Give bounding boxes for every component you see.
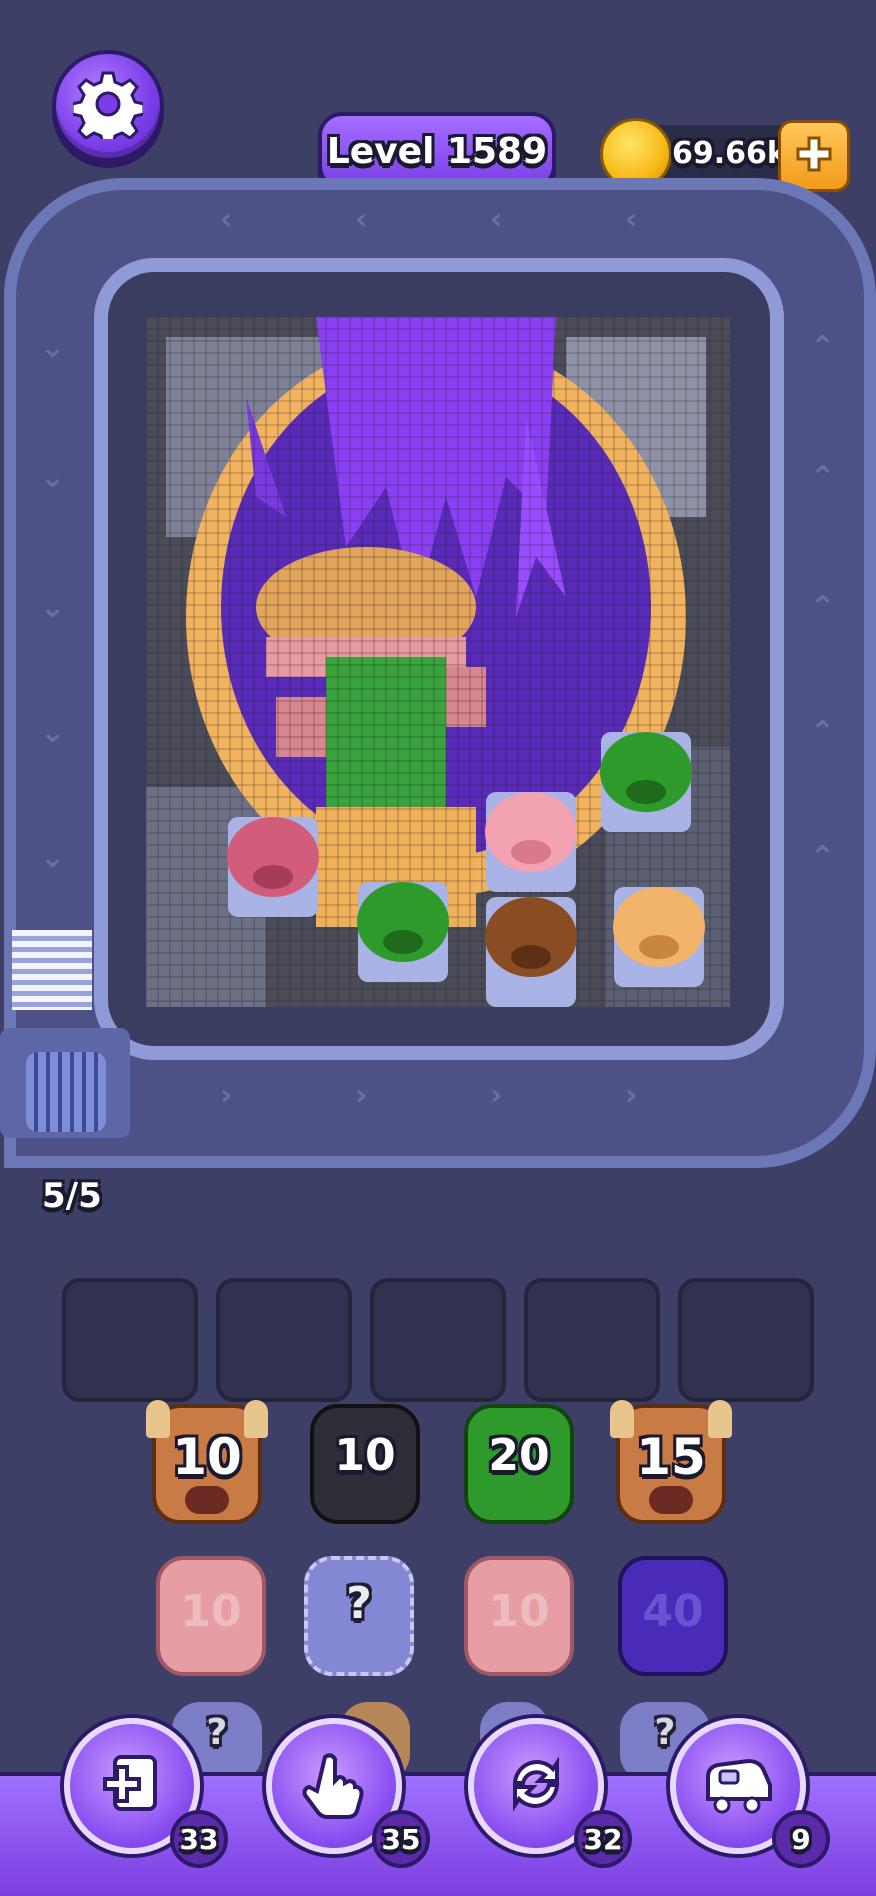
pixel-art-board bbox=[146, 317, 730, 1007]
booster-count: 9 bbox=[772, 1810, 830, 1868]
train-icon bbox=[700, 1749, 776, 1823]
settings-button[interactable] bbox=[52, 50, 164, 162]
add-slot-booster[interactable]: 33 bbox=[64, 1718, 228, 1868]
chevron-up-icon: ⌃ bbox=[810, 715, 836, 750]
booster-count: 35 bbox=[372, 1810, 430, 1868]
chevron-right-icon: › bbox=[220, 1078, 233, 1113]
green-pig-shooter[interactable]: 20 bbox=[464, 1404, 574, 1524]
pink-pig-shooter: 10 bbox=[464, 1556, 574, 1676]
pig-green-left[interactable] bbox=[357, 882, 449, 982]
shooter-count: 10 bbox=[334, 1430, 396, 1481]
holding-slot[interactable] bbox=[216, 1278, 352, 1402]
chevron-right-icon: › bbox=[355, 1078, 368, 1113]
chevron-left-icon: ‹ bbox=[355, 202, 368, 237]
shooter-count: 40 bbox=[642, 1586, 704, 1637]
add-card-icon bbox=[97, 1749, 167, 1823]
holding-slot[interactable] bbox=[678, 1278, 814, 1402]
shuffle-booster[interactable]: 32 bbox=[468, 1718, 632, 1868]
shooter-count: 10 bbox=[180, 1586, 242, 1637]
refresh-icon bbox=[501, 1749, 571, 1823]
plus-icon bbox=[794, 134, 834, 178]
pig-pink-light[interactable] bbox=[485, 792, 577, 892]
mystery-shooter: ? bbox=[304, 1556, 414, 1676]
pig-peach[interactable] bbox=[613, 887, 705, 987]
bull-shooter[interactable]: 10 bbox=[146, 1400, 268, 1524]
chevron-down-icon: ⌄ bbox=[40, 840, 66, 875]
chevron-left-icon: ‹ bbox=[625, 202, 638, 237]
purple-pig-shooter: 40 bbox=[618, 1556, 728, 1676]
chevron-up-icon: ⌃ bbox=[810, 330, 836, 365]
chevron-left-icon: ‹ bbox=[490, 202, 503, 237]
shooter-count: 10 bbox=[488, 1586, 550, 1637]
shooter-count: 10 bbox=[172, 1428, 242, 1486]
add-coins-button[interactable] bbox=[778, 120, 850, 192]
shooter-count: 15 bbox=[636, 1428, 706, 1486]
holding-slot[interactable] bbox=[524, 1278, 660, 1402]
chevron-up-icon: ⌃ bbox=[810, 590, 836, 625]
queue-stack bbox=[12, 930, 92, 1010]
pig-green-right[interactable] bbox=[600, 732, 692, 832]
pig-pink-dark[interactable] bbox=[227, 817, 319, 917]
booster-count: 33 bbox=[170, 1810, 228, 1868]
chevron-down-icon: ⌄ bbox=[40, 590, 66, 625]
black-pig-shooter[interactable]: 10 bbox=[310, 1404, 420, 1524]
hand-booster[interactable]: 35 bbox=[266, 1718, 430, 1868]
pig-brown[interactable] bbox=[485, 897, 577, 1007]
chevron-right-icon: › bbox=[625, 1078, 638, 1113]
shooter-count: 20 bbox=[488, 1430, 550, 1481]
chevron-right-icon: › bbox=[490, 1078, 503, 1113]
pointer-hand-icon bbox=[299, 1749, 369, 1823]
chevron-down-icon: ⌄ bbox=[40, 460, 66, 495]
gear-icon bbox=[70, 69, 146, 147]
booster-count: 32 bbox=[574, 1810, 632, 1868]
train-booster[interactable]: 9 bbox=[670, 1718, 830, 1868]
chevron-down-icon: ⌄ bbox=[40, 330, 66, 365]
chevron-up-icon: ⌃ bbox=[810, 460, 836, 495]
holding-slot[interactable] bbox=[370, 1278, 506, 1402]
bull-shooter[interactable]: 15 bbox=[610, 1400, 732, 1524]
chevron-down-icon: ⌄ bbox=[40, 715, 66, 750]
conveyor-capacity: 5/5 bbox=[42, 1176, 102, 1216]
coil-icon bbox=[26, 1052, 106, 1132]
shooter-count: ? bbox=[346, 1578, 372, 1629]
pink-pig-shooter: 10 bbox=[156, 1556, 266, 1676]
coin-balance: 69.66k bbox=[672, 136, 787, 171]
chevron-left-icon: ‹ bbox=[220, 202, 233, 237]
chevron-up-icon: ⌃ bbox=[810, 840, 836, 875]
holding-slot[interactable] bbox=[62, 1278, 198, 1402]
